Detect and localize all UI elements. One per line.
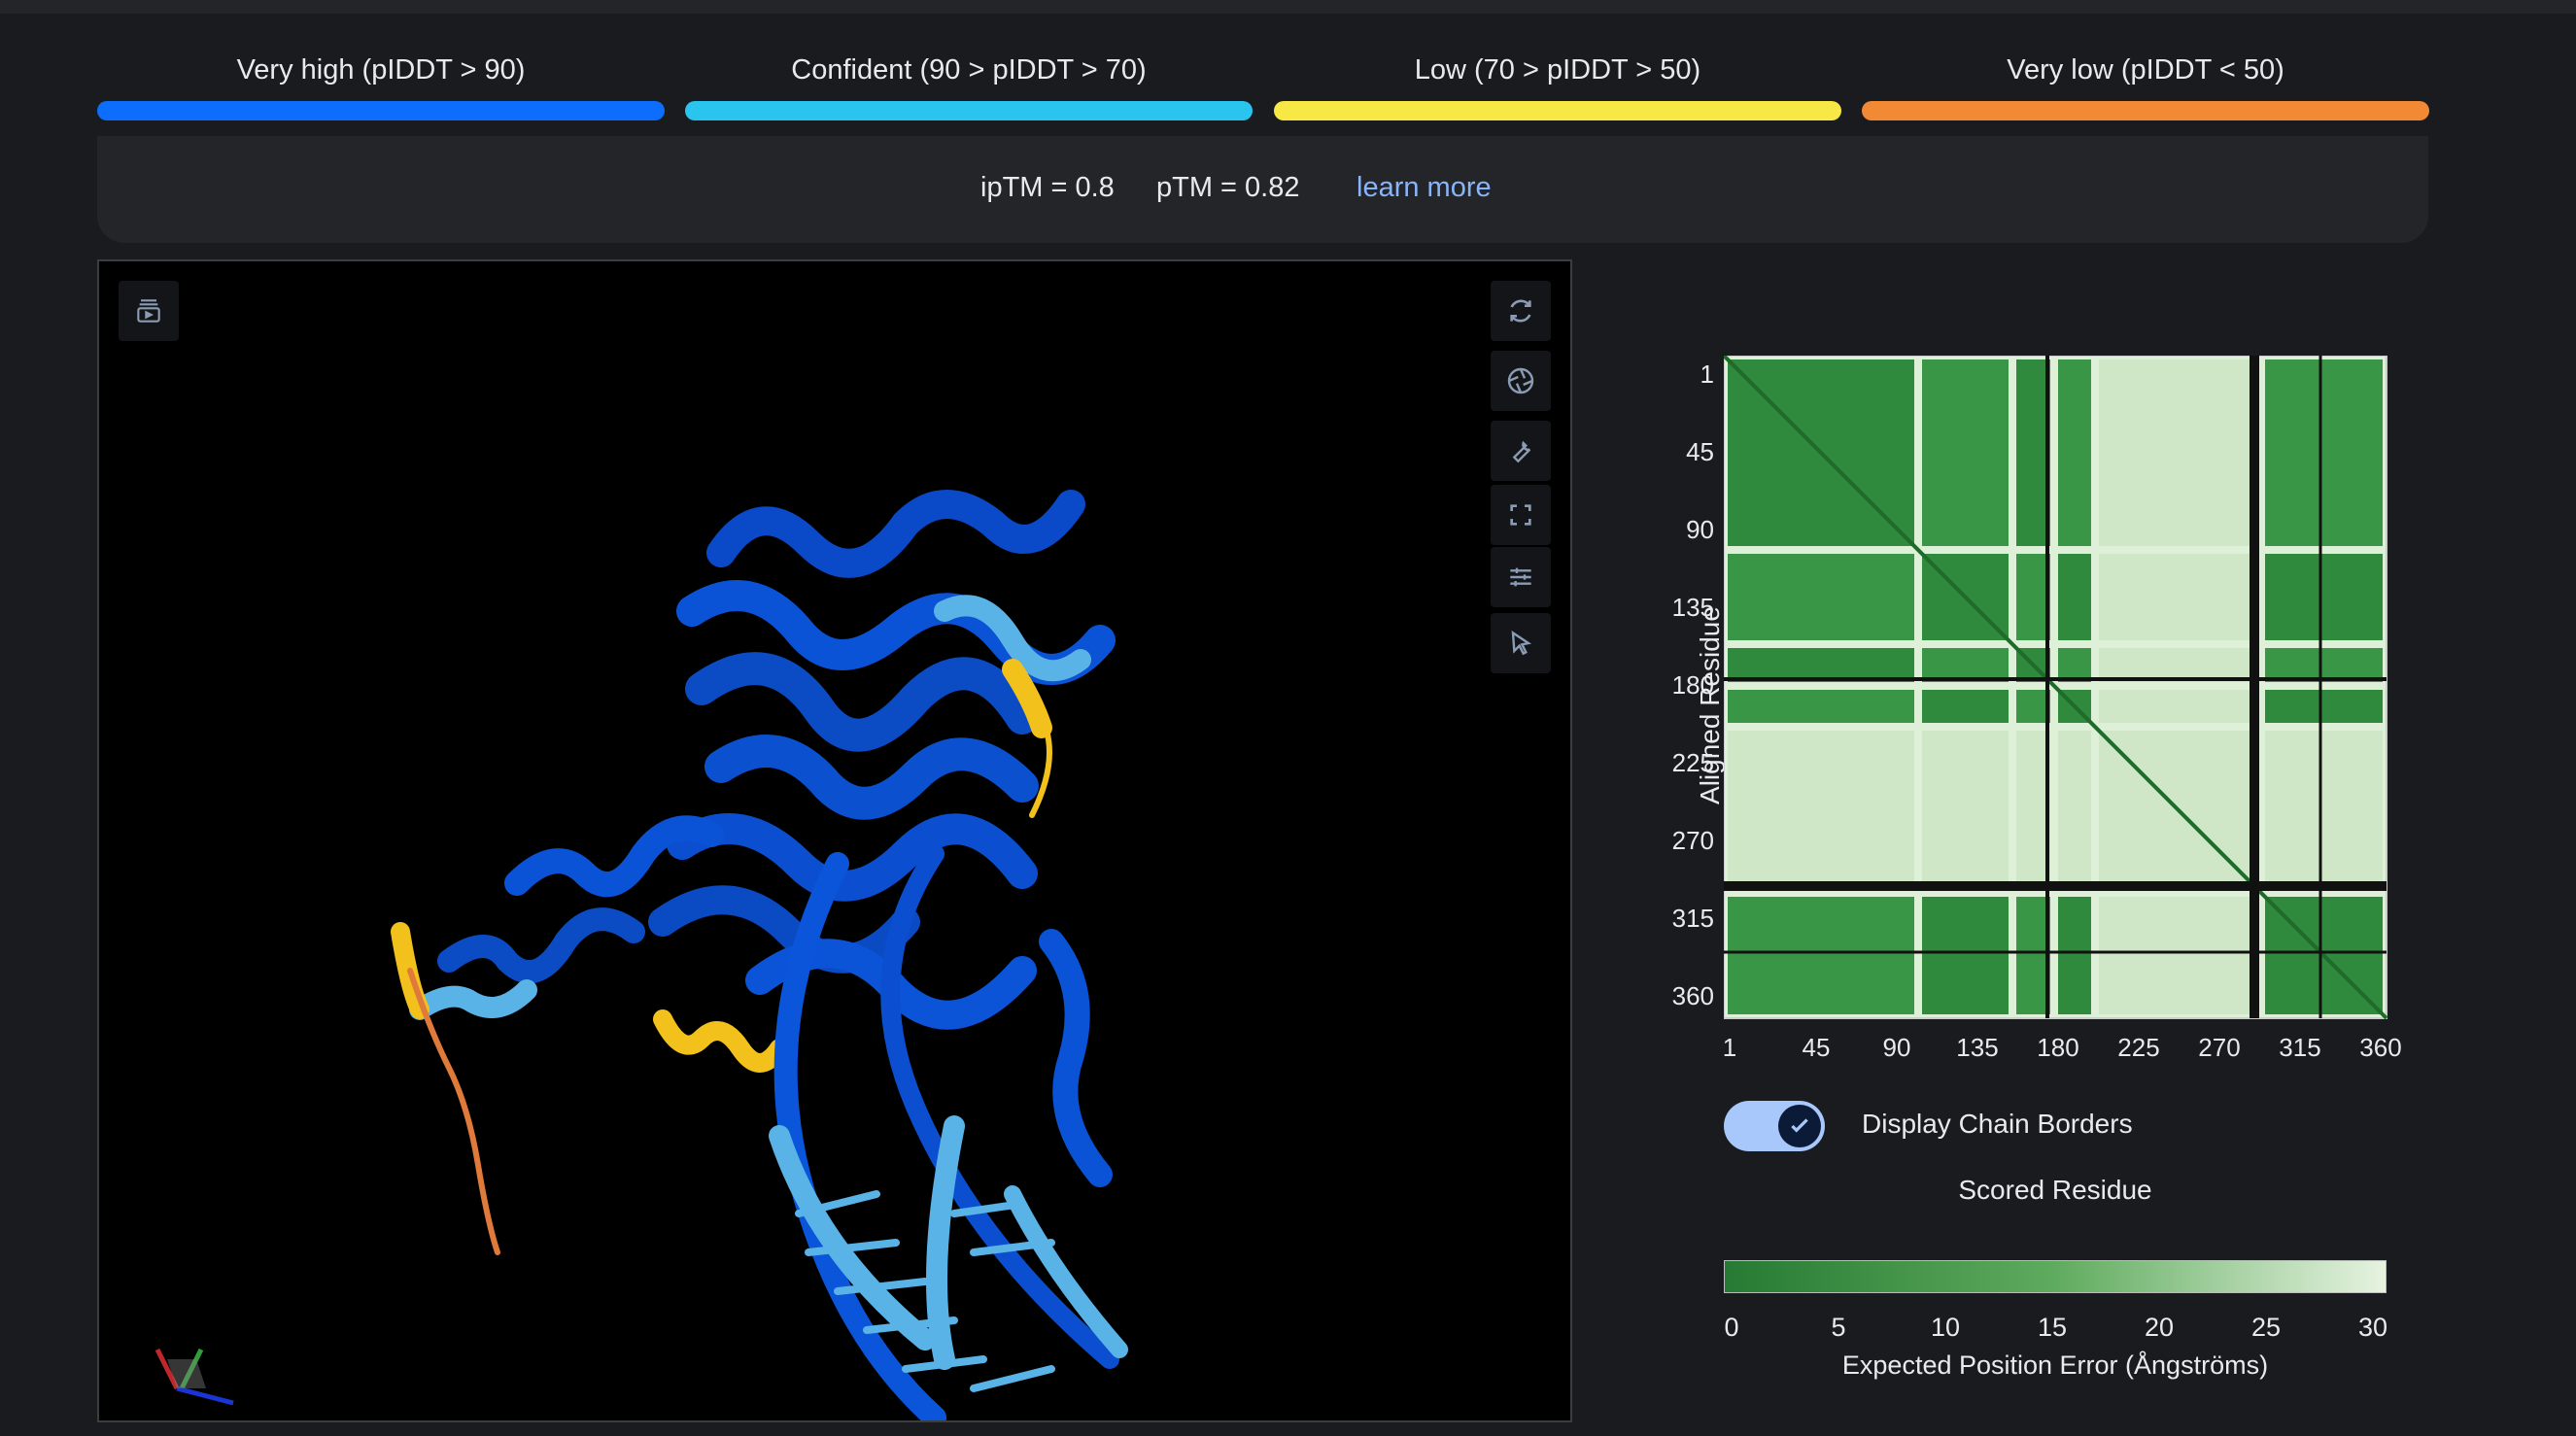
legend-label: Confident (90 > pIDDT > 70) <box>791 54 1147 85</box>
top-strip <box>0 0 2576 14</box>
confidence-metrics: ipTM = 0.8 pTM = 0.82 learn more <box>97 136 2428 243</box>
pae-block <box>1728 897 1914 1014</box>
legend-very-low: Very low (pIDDT < 50) <box>1862 51 2429 120</box>
pae-colorbar-tick: 10 <box>1930 1313 1961 1342</box>
legend-label: Very low (pIDDT < 50) <box>2007 54 2284 85</box>
pae-x-tick: 90 <box>1882 1033 1911 1062</box>
pae-y-tick: 270 <box>1671 826 1714 855</box>
legend-bar-very-low <box>1862 101 2429 120</box>
pae-y-tick: 90 <box>1686 515 1714 544</box>
pae-block <box>2016 897 2050 1014</box>
pae-block <box>2099 690 2257 723</box>
pae-colorbar-tick: 25 <box>2250 1313 2282 1342</box>
pae-block <box>2016 690 2050 723</box>
structure-base-pairs <box>795 1190 1055 1392</box>
pae-block <box>2265 359 2383 546</box>
pae-x-tick: 45 <box>1802 1033 1831 1062</box>
chain-borders-toggle[interactable] <box>1724 1101 1825 1151</box>
legend-bar-very-high <box>97 101 665 120</box>
pae-x-tick: 180 <box>2037 1033 2079 1062</box>
pae-x-tick: 315 <box>2279 1033 2321 1062</box>
pae-block <box>1922 648 2009 682</box>
chain-borders-label: Display Chain Borders <box>1862 1109 2133 1139</box>
structure-helix <box>685 652 1039 752</box>
pae-block <box>1728 648 1914 682</box>
pae-y-tick: 135 <box>1671 593 1714 622</box>
check-icon <box>1791 1118 1808 1133</box>
structure-helix <box>667 813 1038 902</box>
pae-block <box>2265 648 2383 682</box>
pae-heatmap[interactable] <box>1724 356 2394 1026</box>
pae-y-tick: 315 <box>1671 904 1714 933</box>
pae-block <box>1728 554 1914 640</box>
learn-more-link[interactable]: learn more <box>1357 172 1492 204</box>
pae-x-tick: 225 <box>2117 1033 2160 1062</box>
pae-block <box>2058 731 2091 889</box>
pae-block <box>2016 359 2050 546</box>
pae-colorbar-tick: 0 <box>1724 1313 1739 1342</box>
structure-helix <box>437 907 645 984</box>
pae-y-tick: 45 <box>1686 437 1714 466</box>
pae-block <box>2058 554 2091 640</box>
pae-x-tick: 1 <box>1722 1033 1737 1062</box>
legend-bar-low <box>1274 101 1841 120</box>
legend-low: Low (70 > pIDDT > 50) <box>1274 51 1841 120</box>
pae-block <box>2099 359 2257 546</box>
legend-label: Low (70 > pIDDT > 50) <box>1414 54 1701 85</box>
pae-block <box>2265 554 2383 640</box>
pae-y-tick: 360 <box>1671 981 1714 1010</box>
legend-label: Very high (pIDDT > 90) <box>236 54 526 85</box>
pae-block <box>1922 359 2009 546</box>
ptm-value: pTM = 0.82 <box>1156 172 1300 203</box>
pae-block <box>1922 690 2009 723</box>
pae-y-tick: 1 <box>1700 359 1714 389</box>
legend-bar-confident <box>685 101 1253 120</box>
iptm-value: ipTM = 0.8 <box>980 172 1115 203</box>
structure-helix <box>704 735 1039 820</box>
pae-block <box>2099 648 2257 682</box>
pae-colorbar <box>1724 1260 2387 1293</box>
structure-helix <box>1039 929 1113 1187</box>
pae-block <box>2058 897 2091 1014</box>
pae-block <box>2099 897 2257 1014</box>
pae-block <box>1922 897 2009 1014</box>
pae-x-tick: 135 <box>1956 1033 1999 1062</box>
pae-block <box>2058 359 2091 546</box>
pae-y-tick: 225 <box>1671 748 1714 777</box>
pae-colorbar-tick: 30 <box>2357 1313 2388 1342</box>
structure-helix <box>409 979 537 1020</box>
structure-helix-low <box>653 1009 789 1073</box>
pae-y-tick: 180 <box>1671 670 1714 700</box>
pae-block <box>2099 554 2257 640</box>
pae-block <box>1728 731 1914 889</box>
pae-block <box>2016 731 2050 889</box>
pae-colorbar-tick: 20 <box>2144 1313 2175 1342</box>
legend-very-high: Very high (pIDDT > 90) <box>97 51 665 120</box>
legend-confident: Confident (90 > pIDDT > 70) <box>685 51 1253 120</box>
pae-colorbar-label: Expected Position Error (Ångströms) <box>1841 1351 2269 1380</box>
pae-colorbar-tick: 15 <box>2037 1313 2068 1342</box>
pae-colorbar-tick: 5 <box>1831 1313 1846 1342</box>
structure-viewer[interactable] <box>97 259 1572 1422</box>
structure-helix <box>706 490 1085 578</box>
axis-gizmo <box>155 1348 234 1406</box>
pae-block <box>2265 690 2383 723</box>
toggle-knob <box>1778 1105 1821 1147</box>
pae-block <box>1728 690 1914 723</box>
pae-x-tick: 360 <box>2359 1033 2402 1062</box>
pae-block <box>2058 648 2091 682</box>
pae-block <box>1922 731 2009 889</box>
protein-structure <box>155 490 1128 1420</box>
pae-block <box>2016 554 2050 640</box>
pae-x-tick: 270 <box>2198 1033 2241 1062</box>
pae-block <box>2265 731 2383 889</box>
pae-x-axis-label: Scored Residue <box>1958 1175 2152 1205</box>
